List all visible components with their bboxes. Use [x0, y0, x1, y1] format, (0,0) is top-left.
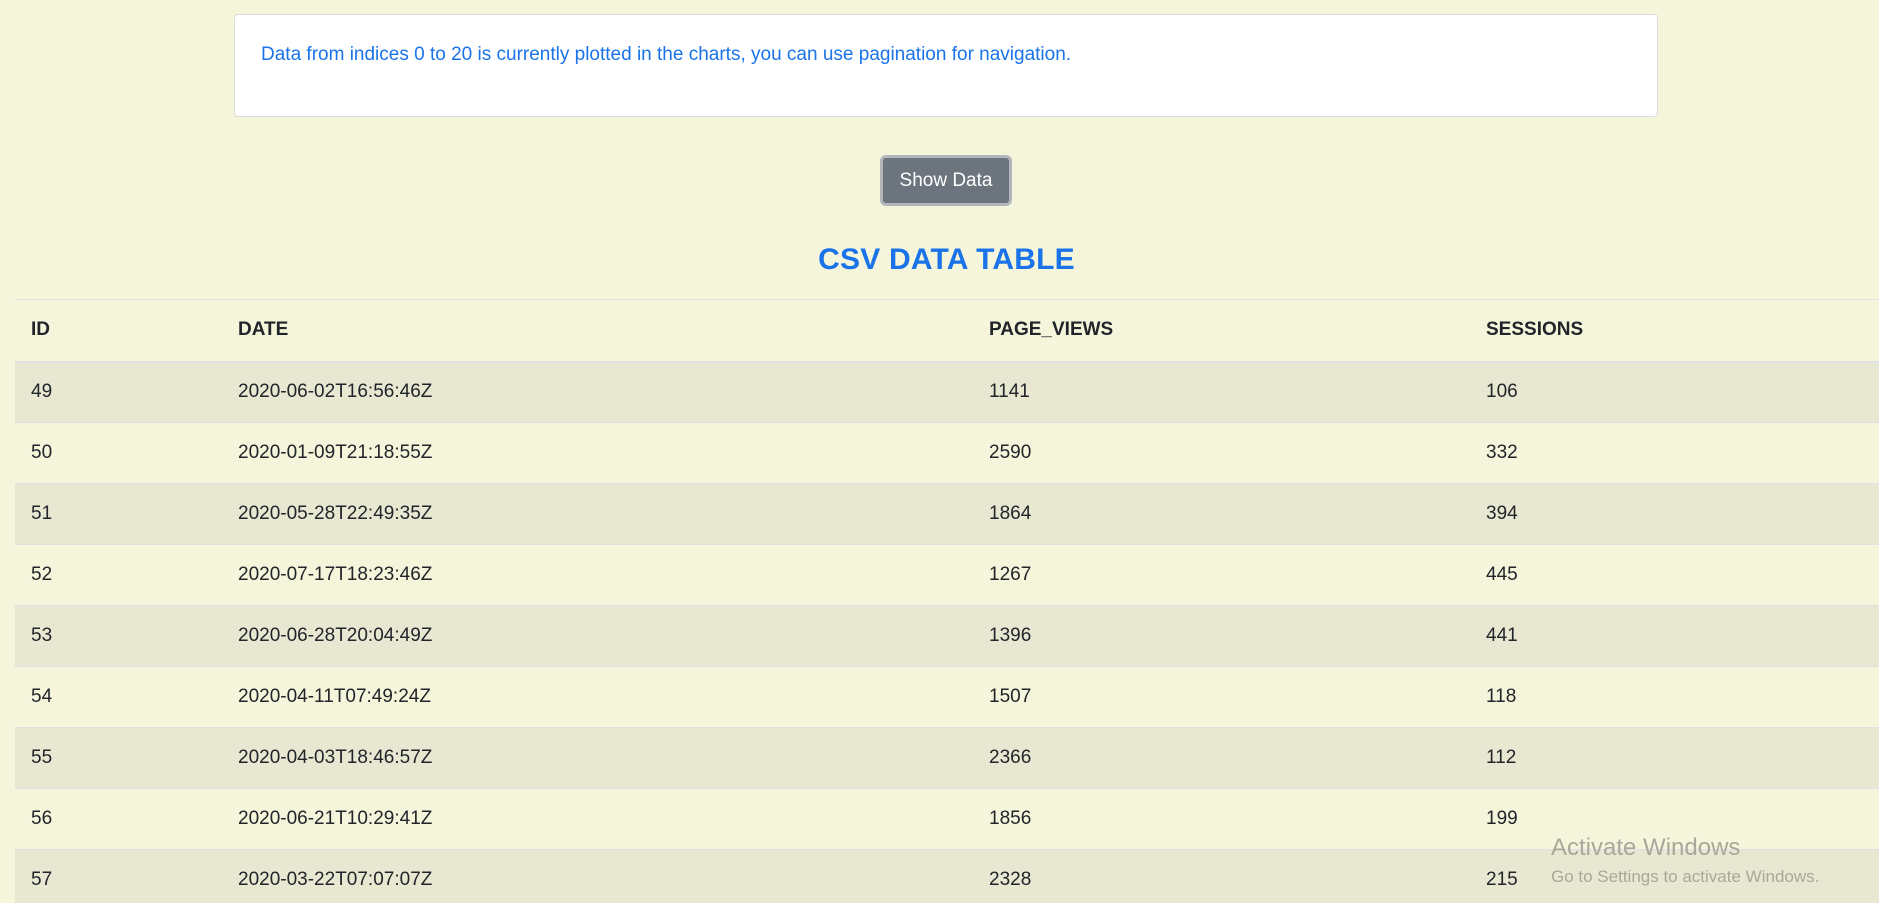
table-row: 51 2020-05-28T22:49:35Z 1864 394 — [15, 483, 1879, 545]
show-data-button[interactable]: Show Data — [880, 155, 1012, 206]
page: Data from indices 0 to 20 is currently p… — [0, 0, 1879, 903]
cell-id: 54 — [15, 666, 222, 728]
cell-page-views: 1396 — [973, 605, 1470, 667]
cell-page-views: 2328 — [973, 849, 1470, 903]
cell-sessions: 445 — [1470, 544, 1879, 606]
column-header-date: DATE — [222, 299, 973, 363]
cell-id: 49 — [15, 361, 222, 423]
cell-page-views: 1856 — [973, 788, 1470, 850]
cell-page-views: 1864 — [973, 483, 1470, 545]
table-row: 52 2020-07-17T18:23:46Z 1267 445 — [15, 544, 1879, 606]
cell-date: 2020-04-11T07:49:24Z — [222, 666, 973, 728]
column-header-sessions: SESSIONS — [1470, 299, 1879, 363]
cell-date: 2020-07-17T18:23:46Z — [222, 544, 973, 606]
cell-id: 53 — [15, 605, 222, 667]
cell-sessions: 215 — [1470, 849, 1879, 903]
cell-sessions: 118 — [1470, 666, 1879, 728]
table-row: 56 2020-06-21T10:29:41Z 1856 199 — [15, 788, 1879, 850]
cell-sessions: 332 — [1470, 422, 1879, 484]
cell-date: 2020-01-09T21:18:55Z — [222, 422, 973, 484]
cell-page-views: 1507 — [973, 666, 1470, 728]
cell-date: 2020-03-22T07:07:07Z — [222, 849, 973, 903]
cell-id: 55 — [15, 727, 222, 789]
table-title: CSV DATA TABLE — [818, 243, 1075, 276]
cell-page-views: 2366 — [973, 727, 1470, 789]
table-row: 53 2020-06-28T20:04:49Z 1396 441 — [15, 605, 1879, 667]
table-row: 57 2020-03-22T07:07:07Z 2328 215 — [15, 849, 1879, 903]
cell-page-views: 1141 — [973, 361, 1470, 423]
csv-data-table: ID DATE PAGE_VIEWS SESSIONS 49 2020-06-0… — [15, 299, 1879, 903]
cell-date: 2020-04-03T18:46:57Z — [222, 727, 973, 789]
cell-sessions: 199 — [1470, 788, 1879, 850]
cell-sessions: 394 — [1470, 483, 1879, 545]
table-header-row: ID DATE PAGE_VIEWS SESSIONS — [15, 299, 1879, 363]
cell-page-views: 2590 — [973, 422, 1470, 484]
column-header-id: ID — [15, 299, 222, 363]
table-row: 54 2020-04-11T07:49:24Z 1507 118 — [15, 666, 1879, 728]
cell-date: 2020-05-28T22:49:35Z — [222, 483, 973, 545]
cell-id: 50 — [15, 422, 222, 484]
cell-sessions: 112 — [1470, 727, 1879, 789]
cell-date: 2020-06-21T10:29:41Z — [222, 788, 973, 850]
cell-sessions: 106 — [1470, 361, 1879, 423]
cell-id: 57 — [15, 849, 222, 903]
table-row: 49 2020-06-02T16:56:46Z 1141 106 — [15, 361, 1879, 423]
cell-date: 2020-06-02T16:56:46Z — [222, 361, 973, 423]
cell-page-views: 1267 — [973, 544, 1470, 606]
info-message: Data from indices 0 to 20 is currently p… — [261, 44, 1072, 65]
cell-id: 52 — [15, 544, 222, 606]
table-row: 50 2020-01-09T21:18:55Z 2590 332 — [15, 422, 1879, 484]
cell-id: 51 — [15, 483, 222, 545]
table-row: 55 2020-04-03T18:46:57Z 2366 112 — [15, 727, 1879, 789]
info-card: Data from indices 0 to 20 is currently p… — [234, 14, 1658, 117]
column-header-page-views: PAGE_VIEWS — [973, 299, 1470, 363]
cell-date: 2020-06-28T20:04:49Z — [222, 605, 973, 667]
cell-id: 56 — [15, 788, 222, 850]
cell-sessions: 441 — [1470, 605, 1879, 667]
